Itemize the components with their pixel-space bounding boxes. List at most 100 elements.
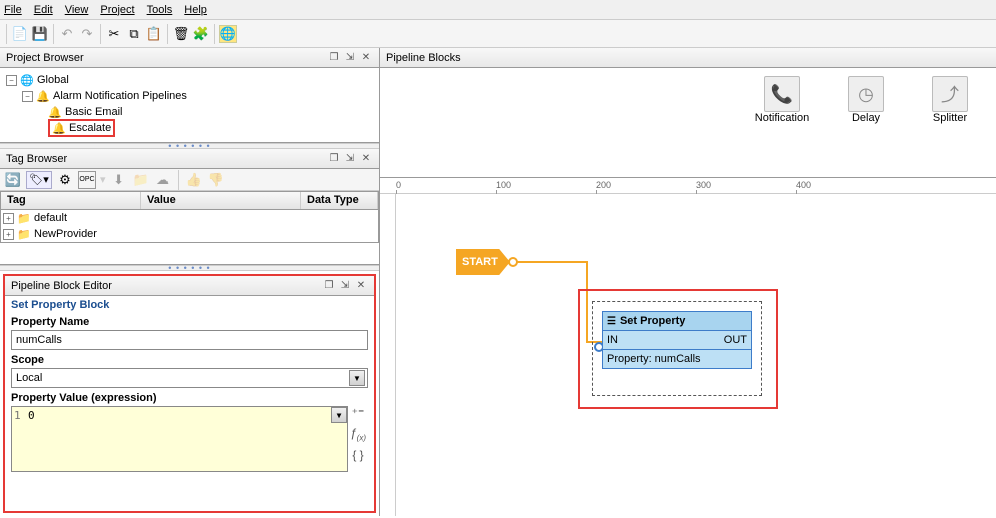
block-label: Splitter: [933, 112, 967, 124]
tree-expand-icon[interactable]: +: [3, 229, 14, 240]
restore-icon[interactable]: ❐: [327, 51, 341, 65]
line-number: 1: [14, 409, 22, 422]
menu-help[interactable]: Help: [184, 4, 207, 16]
thumbs-down-icon[interactable]: 👎: [207, 171, 225, 189]
import-icon[interactable]: ⬇: [110, 171, 128, 189]
menu-edit[interactable]: Edit: [34, 4, 53, 16]
col-tag[interactable]: Tag: [1, 192, 141, 209]
redo-icon[interactable]: ↷: [78, 25, 96, 43]
pipeline-block-editor-title: Pipeline Block Editor: [11, 280, 112, 292]
close-icon[interactable]: ✕: [359, 152, 373, 166]
tree-expand-icon[interactable]: +: [3, 213, 14, 224]
gear-icon[interactable]: ⚙: [56, 171, 74, 189]
tree-node-global[interactable]: Global: [37, 74, 69, 86]
main-toolbar: 📄 💾 ↶ ↷ ✂ ⧉ 📋 🗑 🧩 🌐: [0, 20, 996, 48]
block-splitter[interactable]: ⤴ Splitter: [920, 76, 980, 124]
pipeline-canvas[interactable]: 0 100 200 300 400 START: [380, 178, 996, 516]
menu-file[interactable]: File: [4, 4, 22, 16]
paste-icon[interactable]: 📋: [145, 25, 163, 43]
copy-icon[interactable]: ⧉: [125, 25, 143, 43]
tag-dropdown[interactable]: 🏷▾: [26, 171, 52, 189]
expression-content: 0: [28, 409, 35, 422]
property-name-label: Property Name: [11, 316, 368, 328]
block-label: Notification: [755, 112, 809, 124]
menu-bar: File Edit View Project Tools Help: [0, 0, 996, 20]
tree-node-basic-email[interactable]: Basic Email: [65, 106, 122, 118]
splitter-icon: ⤴: [932, 76, 968, 112]
set-property-block[interactable]: ☰ Set Property IN OUT Property: numCalls: [602, 311, 752, 369]
pin-icon[interactable]: ⇲: [343, 152, 357, 166]
save-icon[interactable]: 💾: [31, 25, 49, 43]
menu-view[interactable]: View: [65, 4, 89, 16]
menu-project[interactable]: Project: [100, 4, 134, 16]
section-title: Set Property Block: [5, 296, 374, 314]
tag-browser-title: Tag Browser: [6, 153, 67, 165]
project-browser-panel: Project Browser ❐ ⇲ ✕ − 🌐 Global − 🔔 Ala…: [0, 48, 379, 143]
restore-icon[interactable]: ❐: [322, 279, 336, 293]
folder-icon: 📁: [17, 211, 31, 225]
tree-node-alarm-pipelines[interactable]: Alarm Notification Pipelines: [53, 90, 187, 102]
pipeline-blocks-title: Pipeline Blocks: [386, 52, 461, 64]
property-name-input[interactable]: [11, 330, 368, 350]
highlight-frame: ☰ Set Property IN OUT Property: numCalls: [578, 289, 778, 409]
globe-icon[interactable]: 🌐: [219, 25, 237, 43]
tag-table-header: Tag Value Data Type: [1, 192, 378, 210]
scope-select[interactable]: Local ▼: [11, 368, 368, 388]
globe-icon: 🌐: [20, 73, 34, 87]
expression-textarea[interactable]: 1 0 ▼: [11, 406, 348, 472]
pin-icon[interactable]: ⇲: [338, 279, 352, 293]
menu-tools[interactable]: Tools: [147, 4, 173, 16]
tag-name: NewProvider: [34, 228, 97, 240]
pipeline-block-editor-panel: Pipeline Block Editor ❐ ⇲ ✕ Set Property…: [3, 274, 376, 513]
tag-browser-toolbar: 🔄 🏷▾ ⚙ OPC ▾ ⬇ 📁 ☁ 👍 👎: [0, 169, 379, 191]
folder-icon[interactable]: 📁: [132, 171, 150, 189]
thumbs-up-icon[interactable]: 👍: [185, 171, 203, 189]
set-property-title: Set Property: [620, 315, 685, 327]
tag-row[interactable]: + 📁 default: [1, 210, 378, 226]
module-icon[interactable]: 🧩: [192, 25, 210, 43]
new-icon[interactable]: 📄: [11, 25, 29, 43]
delete-icon[interactable]: 🗑: [172, 25, 190, 43]
chevron-down-icon[interactable]: ▼: [331, 407, 347, 423]
connection-wire: [516, 261, 588, 263]
tag-name: default: [34, 212, 67, 224]
project-tree[interactable]: − 🌐 Global − 🔔 Alarm Notification Pipeli…: [0, 68, 379, 140]
delay-icon: ◷: [848, 76, 884, 112]
undo-icon[interactable]: ↶: [58, 25, 76, 43]
braces-icon[interactable]: { }: [352, 448, 363, 462]
start-label: START: [462, 256, 498, 268]
pipeline-blocks-panel: Pipeline Blocks 📞 Notification ◷ Delay ⤴…: [380, 48, 996, 178]
folder-icon: 📁: [17, 227, 31, 241]
tag-row[interactable]: + 📁 NewProvider: [1, 226, 378, 242]
col-value[interactable]: Value: [141, 192, 301, 209]
in-label: IN: [607, 334, 618, 346]
refresh-icon[interactable]: 🔄: [4, 171, 22, 189]
cut-icon[interactable]: ✂: [105, 25, 123, 43]
close-icon[interactable]: ✕: [359, 51, 373, 65]
block-delay[interactable]: ◷ Delay: [836, 76, 896, 124]
tree-collapse-icon[interactable]: −: [6, 75, 17, 86]
opc-icon[interactable]: OPC: [78, 171, 96, 189]
splitter-horizontal[interactable]: [0, 265, 379, 271]
expression-tools: ⁺⁼ ƒ(x) { }: [348, 406, 368, 472]
block-notification[interactable]: 📞 Notification: [752, 76, 812, 124]
ruler-horizontal: 0 100 200 300 400: [380, 178, 996, 194]
pin-icon[interactable]: ⇲: [343, 51, 357, 65]
bell-icon: 🔔: [48, 105, 62, 119]
function-icon[interactable]: ƒ(x): [350, 426, 366, 442]
tree-node-escalate[interactable]: Escalate: [69, 122, 111, 134]
tag-browser-panel: Tag Browser ❐ ⇲ ✕ 🔄 🏷▾ ⚙ OPC ▾ ⬇ 📁 ☁ 👍 👎: [0, 149, 379, 265]
chevron-down-icon[interactable]: ▼: [349, 370, 365, 386]
splitter-horizontal[interactable]: [0, 143, 379, 149]
col-datatype[interactable]: Data Type: [301, 192, 378, 209]
tree-collapse-icon[interactable]: −: [22, 91, 33, 102]
project-browser-title: Project Browser: [6, 52, 84, 64]
bell-icon: 🔔: [36, 89, 50, 103]
restore-icon[interactable]: ❐: [327, 152, 341, 166]
ruler-vertical: [380, 194, 396, 516]
plus-equals-icon[interactable]: ⁺⁼: [352, 406, 365, 420]
close-icon[interactable]: ✕: [354, 279, 368, 293]
cloud-icon[interactable]: ☁: [154, 171, 172, 189]
start-block[interactable]: START: [456, 249, 510, 275]
set-property-body: Property: numCalls: [603, 350, 751, 368]
